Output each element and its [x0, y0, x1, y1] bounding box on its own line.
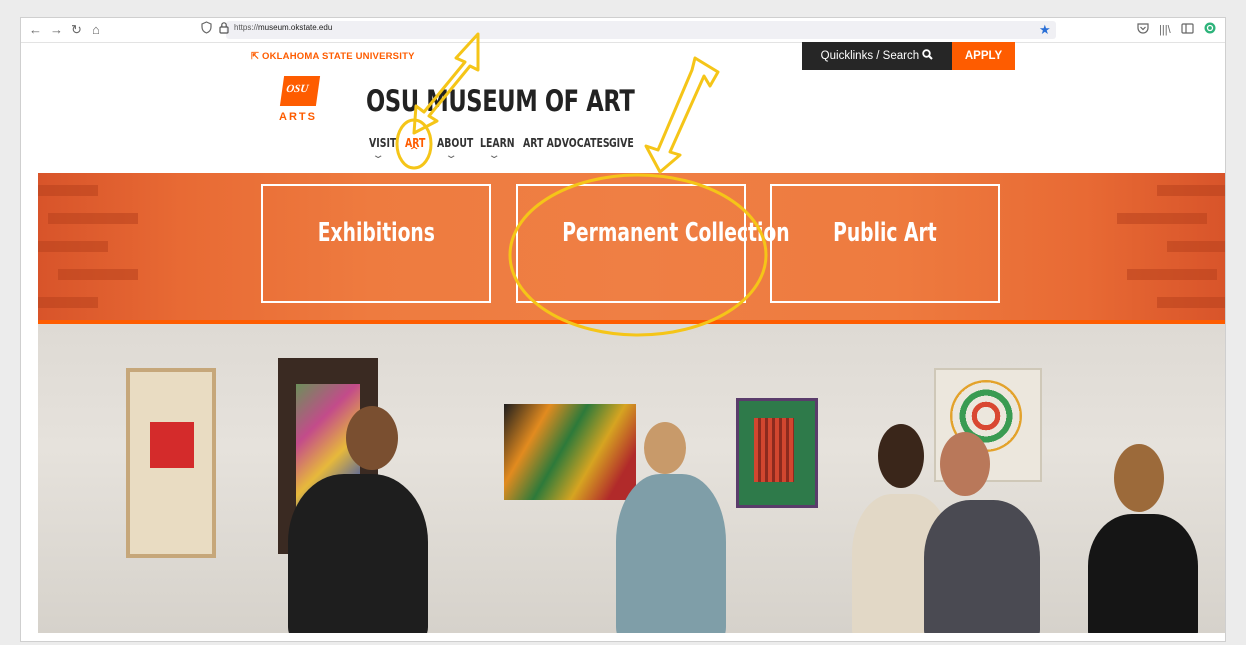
browser-toolbar: ← → ↻ ⌂ https://museum.okstate.edu ★ |||… [21, 18, 1225, 43]
nav-label: ART ADVOCATES [523, 136, 610, 150]
chevron-down-icon: ⌄ [371, 150, 385, 161]
bookmark-star-icon[interactable]: ★ [1039, 21, 1051, 39]
brick-decoration [38, 185, 98, 196]
pocket-icon[interactable] [1137, 21, 1149, 39]
osu-logo-mark: OSU [279, 76, 321, 106]
exhibitions-tile[interactable]: Exhibitions [261, 184, 491, 303]
student-person [924, 500, 1040, 633]
forward-icon[interactable]: → [50, 21, 63, 39]
brick-decoration [1127, 269, 1217, 280]
home-icon[interactable]: ⌂ [92, 21, 100, 39]
brick-decoration [58, 269, 138, 280]
nav-label: LEARN [480, 136, 515, 150]
search-icon [922, 49, 934, 62]
student-head [878, 424, 924, 488]
student-head [940, 432, 990, 496]
logo-text: OSU [285, 83, 310, 95]
quicklinks-search-button[interactable]: Quicklinks / Search [802, 42, 952, 70]
tile-text: Exhibitions [317, 218, 435, 248]
student-person [1088, 514, 1198, 633]
tile-text: Permanent Collection [562, 218, 790, 248]
red-stripe-artwork [754, 418, 794, 482]
sidebar-icon[interactable] [1181, 21, 1194, 39]
logo-sub: ARTS [279, 111, 317, 123]
brick-decoration [48, 213, 138, 224]
tile-label: Public Art [772, 218, 998, 248]
url-text[interactable]: https://museum.okstate.edu [234, 23, 332, 32]
url-prefix: https:// [234, 23, 259, 32]
nav-label: VISIT [369, 136, 397, 150]
guide-person [288, 474, 428, 633]
chevron-up-icon: ⌃ [407, 146, 421, 157]
brick-decoration [38, 241, 108, 252]
url-domain: museum.okstate.edu [258, 23, 333, 32]
tile-label: Exhibitions [263, 218, 489, 248]
browser-window: ← → ↻ ⌂ https://museum.okstate.edu ★ |||… [20, 17, 1226, 642]
account-icon[interactable] [1204, 21, 1216, 39]
osu-arts-logo[interactable]: OSU ARTS [279, 76, 321, 126]
gallery-photo [38, 324, 1225, 633]
library-icon[interactable]: |||\ [1159, 21, 1171, 39]
public-art-tile[interactable]: Public Art [770, 184, 1000, 303]
university-name: OKLAHOMA STATE UNIVERSITY [262, 51, 415, 62]
red-square-artwork [150, 422, 194, 468]
brick-decoration [1157, 297, 1225, 308]
student-head [1114, 444, 1164, 512]
nav-label: ABOUT [437, 136, 474, 150]
student-head [644, 422, 686, 474]
brick-decoration [1167, 241, 1225, 252]
reload-icon[interactable]: ↻ [71, 21, 82, 39]
chevron-down-icon: ⌄ [487, 150, 501, 161]
address-bar[interactable] [226, 21, 1056, 39]
nav-label: GIVE [609, 136, 634, 150]
university-link[interactable]: ⇱ OKLAHOMA STATE UNIVERSITY [251, 51, 415, 62]
chevron-down-icon: ⌄ [444, 150, 458, 161]
student-person [616, 474, 726, 633]
brick-decoration [1157, 185, 1225, 196]
permanent-collection-tile[interactable]: Permanent Collection [516, 184, 790, 303]
brick-decoration [1117, 213, 1207, 224]
back-icon[interactable]: ← [29, 21, 42, 39]
tile-label: Permanent Collection [518, 218, 789, 248]
guide-head [346, 406, 398, 470]
abstract-artwork [504, 404, 636, 500]
lock-icon[interactable] [219, 21, 229, 39]
quicklinks-label: Quicklinks / Search [820, 50, 920, 62]
shield-icon[interactable] [201, 21, 212, 39]
brick-decoration [38, 297, 98, 308]
tile-text: Public Art [833, 218, 937, 248]
apply-button[interactable]: APPLY [952, 42, 1015, 70]
site-title[interactable]: OSU MUSEUM OF ART [366, 84, 635, 118]
